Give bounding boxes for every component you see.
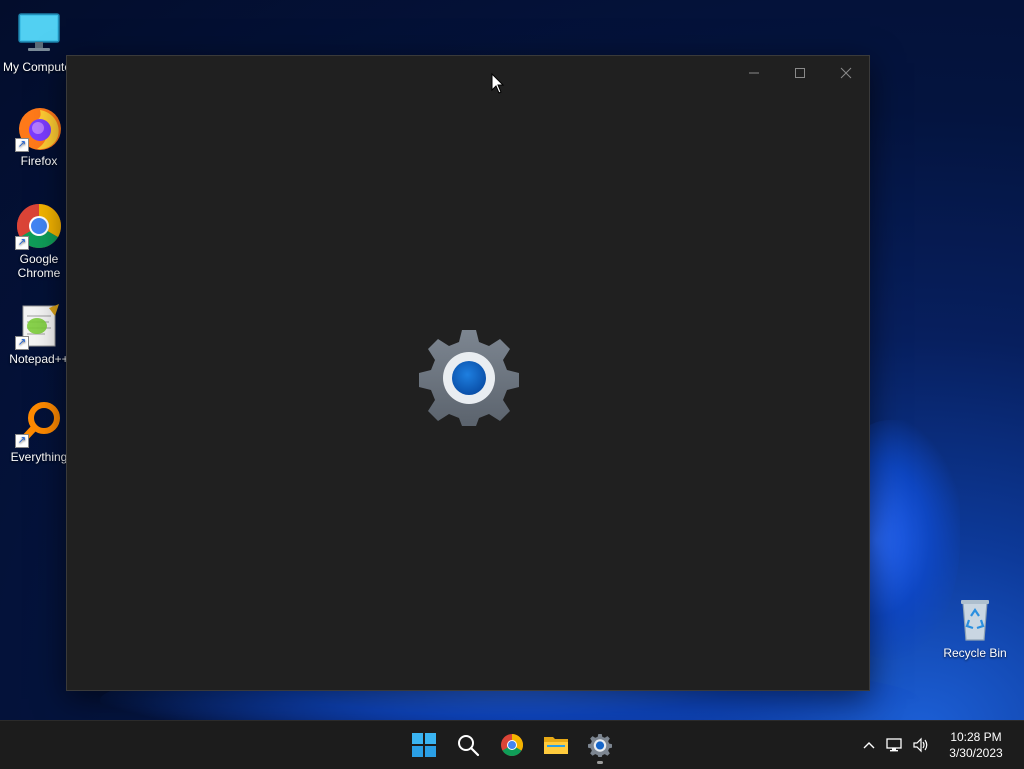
shortcut-arrow-icon: ↗	[15, 236, 29, 250]
settings-gear-icon	[588, 733, 612, 757]
minimize-button[interactable]	[731, 56, 777, 90]
settings-gear-icon	[419, 326, 519, 426]
desktop-icon-label: Recycle Bin	[943, 646, 1007, 660]
notepad-plus-plus-icon: ↗	[15, 302, 63, 350]
volume-icon	[913, 737, 928, 753]
firefox-icon: ↗	[15, 104, 63, 152]
everything-search-icon: ↗	[15, 400, 63, 448]
network-icon	[886, 738, 902, 752]
window-controls	[731, 56, 869, 90]
clock-time: 10:28 PM	[950, 730, 1002, 744]
recycle-bin-icon	[951, 596, 999, 644]
maximize-button[interactable]	[777, 56, 823, 90]
start-button[interactable]	[402, 725, 446, 765]
settings-window[interactable]	[66, 55, 870, 691]
close-button[interactable]	[823, 56, 869, 90]
mouse-cursor-icon	[491, 73, 505, 94]
maximize-icon	[795, 68, 805, 78]
chrome-icon	[501, 734, 523, 756]
network-button[interactable]	[882, 725, 908, 765]
taskbar-file-explorer-button[interactable]	[534, 725, 578, 765]
shortcut-arrow-icon: ↗	[15, 434, 29, 448]
taskbar-clock[interactable]: 10:28 PM 3/30/2023	[934, 729, 1018, 761]
taskbar-apps	[402, 721, 622, 769]
monitor-icon	[15, 10, 63, 58]
taskbar-settings-button[interactable]	[578, 725, 622, 765]
shortcut-arrow-icon: ↗	[15, 336, 29, 350]
clock-date: 3/30/2023	[949, 746, 1003, 760]
show-hidden-icons-button[interactable]	[856, 725, 882, 765]
chevron-up-icon	[863, 742, 875, 749]
volume-button[interactable]	[908, 725, 934, 765]
system-tray: 10:28 PM 3/30/2023	[856, 721, 1024, 769]
taskbar-search-button[interactable]	[446, 725, 490, 765]
taskbar-chrome-button[interactable]	[490, 725, 534, 765]
taskbar: 10:28 PM 3/30/2023	[0, 720, 1024, 769]
desktop-icon-recycle-bin[interactable]: Recycle Bin	[936, 596, 1014, 660]
windows-start-icon	[412, 733, 436, 757]
chrome-icon: ↗	[15, 202, 63, 250]
folder-icon	[544, 737, 568, 754]
minimize-icon	[749, 72, 759, 74]
shortcut-arrow-icon: ↗	[15, 138, 29, 152]
search-icon	[458, 735, 480, 757]
close-icon	[840, 67, 852, 79]
